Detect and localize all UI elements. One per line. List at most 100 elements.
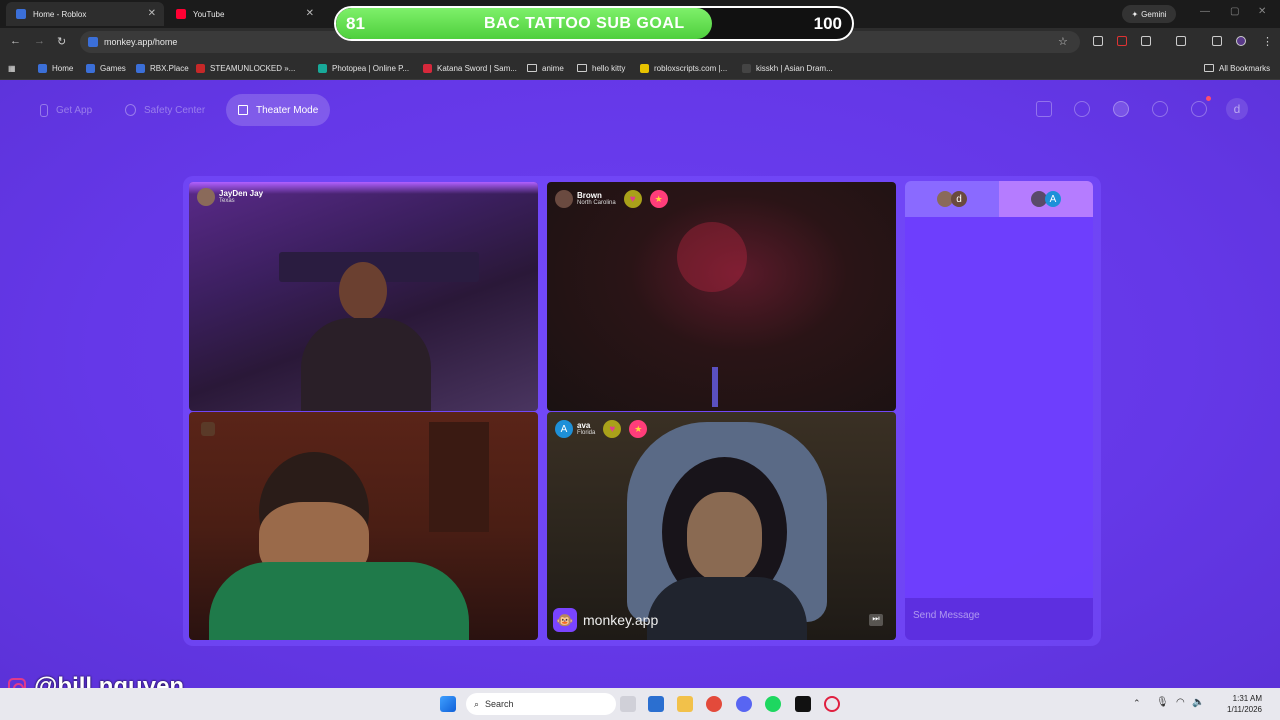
bookmark-label: RBX.Place — [150, 63, 189, 73]
chat-tab-2[interactable]: A — [999, 181, 1093, 217]
start-icon[interactable] — [440, 696, 456, 712]
clock-date: 1/11/2026 — [1227, 705, 1262, 714]
cast-icon[interactable] — [1176, 36, 1186, 46]
blurred-face — [677, 222, 747, 292]
media-icon[interactable] — [1212, 36, 1222, 46]
shield-icon — [125, 104, 136, 116]
tab-youtube[interactable]: YouTube ✕ — [166, 2, 322, 26]
skip-icon[interactable]: ⏭ — [869, 614, 883, 626]
bookmark-kisskh[interactable]: kisskh | Asian Dram... — [742, 61, 833, 75]
close-window-icon[interactable]: ✕ — [1258, 6, 1266, 17]
bookmark-star-icon[interactable]: ☆ — [1058, 35, 1068, 48]
gemini-label: Gemini — [1141, 9, 1167, 19]
bookmark-robloxscripts[interactable]: robloxscripts.com |... — [640, 61, 727, 75]
bookmark-folder-hello-kitty[interactable]: hello kitty — [577, 61, 625, 75]
brand-watermark: 🐵 monkey.app — [553, 608, 658, 632]
tray-chevron-icon[interactable]: ⌃ — [1133, 698, 1141, 709]
system-clock[interactable]: 1:31 AM 1/11/2026 — [1208, 693, 1262, 715]
reload-icon[interactable]: ↻ — [57, 35, 66, 48]
roblox-icon — [136, 63, 145, 73]
microphone-icon[interactable]: 🎙 — [1156, 697, 1169, 708]
bookmark-folder-anime[interactable]: anime — [527, 61, 564, 75]
monkey-app-page: Get App Safety Center Theater Mode d Jay… — [0, 80, 1280, 688]
user-badge: A ava Florida ♥ ★ — [555, 420, 648, 438]
video-tile-jayden[interactable]: JayDen Jay Texas — [189, 182, 538, 411]
site-info-icon[interactable] — [88, 37, 98, 47]
chat-tab-1[interactable]: d — [905, 181, 999, 217]
user-location: North Carolina — [577, 200, 616, 206]
user-avatar-letter: A — [1045, 191, 1061, 207]
extensions-puzzle-icon[interactable] — [1141, 36, 1151, 46]
bookmark-games[interactable]: Games — [86, 61, 126, 75]
bookmark-label: STEAMUNLOCKED »... — [210, 63, 296, 73]
shield-badge-icon: ★ — [629, 420, 648, 438]
search-icon: ⌕ — [474, 698, 480, 709]
spotify-icon[interactable] — [765, 696, 781, 712]
history-icon[interactable] — [1152, 101, 1168, 117]
profile-avatar[interactable] — [1236, 36, 1246, 46]
friends-icon[interactable] — [1113, 101, 1129, 117]
roblox-icon — [86, 63, 95, 73]
bookmark-label: Home — [52, 63, 74, 73]
forward-icon[interactable]: → — [34, 35, 45, 47]
bookmark-katana[interactable]: Katana Sword | Sam... — [423, 61, 517, 75]
person-body — [301, 318, 431, 411]
wifi-icon[interactable]: ◠ — [1176, 697, 1185, 708]
discord-icon[interactable] — [736, 696, 752, 712]
video-tile-ava[interactable]: A ava Florida ♥ ★ 🐵 monkey.app ⏭ — [547, 412, 896, 640]
video-tile-brown[interactable]: Brown North Carolina ♥ ★ — [547, 182, 896, 411]
user-location: Texas — [219, 198, 235, 204]
messages-icon[interactable] — [1191, 101, 1207, 117]
menu-kebab-icon[interactable]: ⋮ — [1262, 35, 1273, 48]
widgets-icon[interactable] — [648, 696, 664, 712]
youtube-favicon-icon — [176, 9, 186, 19]
video-tile-self[interactable] — [189, 412, 538, 640]
get-app-button[interactable]: Get App — [28, 94, 104, 126]
extension-icon[interactable] — [1093, 36, 1103, 46]
store-icon[interactable] — [1036, 101, 1052, 117]
tab-title: YouTube — [193, 9, 225, 19]
monkey-logo-icon: 🐵 — [553, 608, 577, 632]
theater-mode-button[interactable]: Theater Mode — [226, 94, 331, 126]
close-tab-icon[interactable]: ✕ — [306, 8, 314, 19]
maximize-icon[interactable]: ▢ — [1230, 6, 1239, 17]
opera-icon[interactable] — [824, 696, 840, 712]
user-avatar — [197, 188, 215, 206]
back-icon[interactable]: ← — [10, 35, 21, 47]
bookmark-steamunlocked[interactable]: STEAMUNLOCKED »... — [196, 61, 295, 75]
volume-icon[interactable]: 🔈 — [1192, 697, 1204, 708]
sub-goal-bar: 81 BAC TATTOO SUB GOAL 100 — [334, 6, 854, 41]
bookmark-label: All Bookmarks — [1219, 63, 1271, 73]
person-head — [339, 262, 387, 320]
task-view-icon[interactable] — [620, 696, 636, 712]
bookmark-photopea[interactable]: Photopea | Online P... — [318, 61, 409, 75]
heart-badge-icon: ♥ — [603, 420, 622, 438]
bookmark-label: anime — [542, 63, 564, 73]
user-avatar — [555, 190, 573, 208]
sub-goal-current: 81 — [346, 14, 365, 33]
folder-icon — [577, 64, 587, 72]
bookmark-rbxplace[interactable]: RBX.Place — [136, 61, 189, 75]
all-bookmarks[interactable]: All Bookmarks — [1204, 61, 1270, 75]
search-icon[interactable] — [1074, 101, 1090, 117]
chat-panel: d A Send Message — [905, 181, 1093, 640]
send-message-input[interactable]: Send Message — [905, 598, 1093, 640]
app-icon[interactable] — [795, 696, 811, 712]
heart-badge-icon: ♥ — [623, 190, 642, 208]
user-avatar[interactable]: d — [1226, 98, 1248, 120]
sub-goal-max: 100 — [813, 14, 842, 33]
tab-roblox[interactable]: Home - Roblox ✕ — [6, 2, 164, 26]
search-label: Search — [485, 699, 514, 709]
apps-grid-icon[interactable]: ▦ — [8, 61, 16, 75]
close-tab-icon[interactable]: ✕ — [148, 8, 156, 19]
chrome-icon[interactable] — [706, 696, 722, 712]
safety-center-button[interactable]: Safety Center — [113, 94, 217, 126]
taskbar-search[interactable]: ⌕ Search — [466, 693, 616, 715]
gemini-button[interactable]: ✦ Gemini — [1122, 5, 1176, 23]
file-explorer-icon[interactable] — [677, 696, 693, 712]
url-text: monkey.app/home — [104, 37, 178, 47]
steamunlocked-icon — [196, 63, 205, 73]
minimize-icon[interactable]: — — [1200, 6, 1210, 17]
bookmark-home[interactable]: Home — [38, 61, 73, 75]
extension-icon[interactable] — [1117, 36, 1127, 46]
